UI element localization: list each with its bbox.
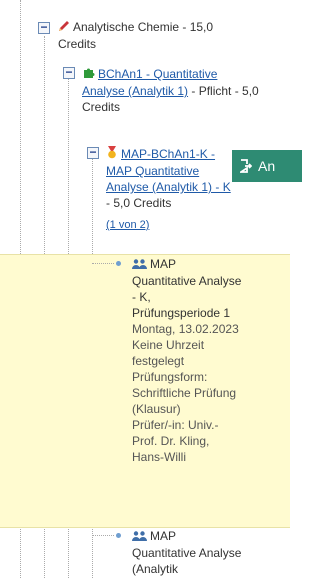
- list-bullet: [116, 533, 121, 538]
- module-link-map-k[interactable]: MAP-BChAn1-K - MAP Quantitative Analyse …: [106, 147, 231, 194]
- tree-line: [92, 263, 114, 264]
- exit-icon: [238, 152, 253, 184]
- list-bullet: [116, 261, 121, 266]
- exam-title: MAP Quantitative Analyse (Analytik: [132, 529, 242, 576]
- tree-line: [92, 535, 114, 536]
- pagination-link[interactable]: (1 von 2): [106, 219, 149, 231]
- exam-date: Montag, 13.02.2023 Keine Uhrzeit festgel…: [132, 322, 239, 368]
- exam-entry-2: MAP Quantitative Analyse (Analytik: [132, 528, 242, 577]
- node-bchan1: BChAn1 - Quantitative Analyse (Analytik …: [82, 66, 260, 115]
- collapse-toggle-map-k[interactable]: −: [87, 146, 99, 159]
- medal-icon: [106, 146, 118, 163]
- module-suffix: - 5,0 Credits: [106, 196, 172, 210]
- pencil-icon: [58, 20, 70, 36]
- node-label: Analytische Chemie - 15,0 Credits: [58, 20, 214, 51]
- people-icon: [132, 529, 147, 545]
- node-map-bchan1-k: MAP-BChAn1-K - MAP Quantitative Analyse …: [106, 146, 231, 233]
- register-button-label: An: [258, 158, 276, 174]
- collapse-toggle-bchan1[interactable]: −: [63, 66, 75, 79]
- node-analytische-chemie: Analytische Chemie - 15,0 Credits: [58, 19, 238, 52]
- exam-entry-1: MAP Quantitative Analyse - K, Prüfungspe…: [132, 256, 242, 465]
- exam-form: Prüfungsform: Schriftliche Prüfung (Klau…: [132, 370, 237, 416]
- puzzle-icon: [82, 66, 95, 83]
- exam-title: MAP Quantitative Analyse - K, Prüfungspe…: [132, 257, 242, 320]
- exam-examiner: Prüfer/-in: Univ.-Prof. Dr. Kling, Hans-…: [132, 418, 219, 464]
- collapse-toggle-chemie[interactable]: −: [38, 21, 50, 34]
- people-icon: [132, 257, 147, 273]
- register-button[interactable]: An: [232, 150, 302, 182]
